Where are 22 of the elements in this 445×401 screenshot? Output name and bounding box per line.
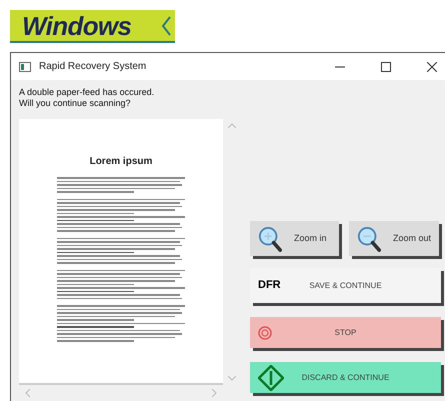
message-text: A double paper-feed has occured. (19, 87, 156, 98)
action-button[interactable]: DISCARD & CONTINUE (250, 362, 441, 393)
scroll-right-icon[interactable] (212, 389, 217, 397)
window-title: Rapid Recovery System (39, 60, 148, 74)
zoom-in-icon (258, 226, 282, 252)
zoom-out-icon (356, 226, 381, 252)
stop-icon (258, 326, 272, 340)
action-button[interactable]: STOP (250, 317, 441, 348)
logo: Windows (10, 10, 175, 43)
maximize-icon[interactable] (381, 62, 391, 72)
scroll-left-icon[interactable] (25, 389, 30, 397)
diamond-icon (258, 364, 284, 390)
scroll-down-icon[interactable] (228, 376, 236, 381)
message-text: Will you continue scanning? (19, 98, 132, 109)
action-button[interactable]: DFR SAVE & CONTINUE (250, 268, 441, 303)
close-icon[interactable] (427, 62, 437, 72)
document-heading: Lorem ipsum (90, 155, 152, 169)
scroll-up-icon[interactable] (228, 123, 236, 128)
app-icon (19, 62, 31, 72)
badge-text: DFR (258, 278, 282, 294)
zoom-button[interactable]: Zoom in (250, 221, 339, 256)
zoom-button[interactable]: Zoom out (348, 221, 439, 256)
